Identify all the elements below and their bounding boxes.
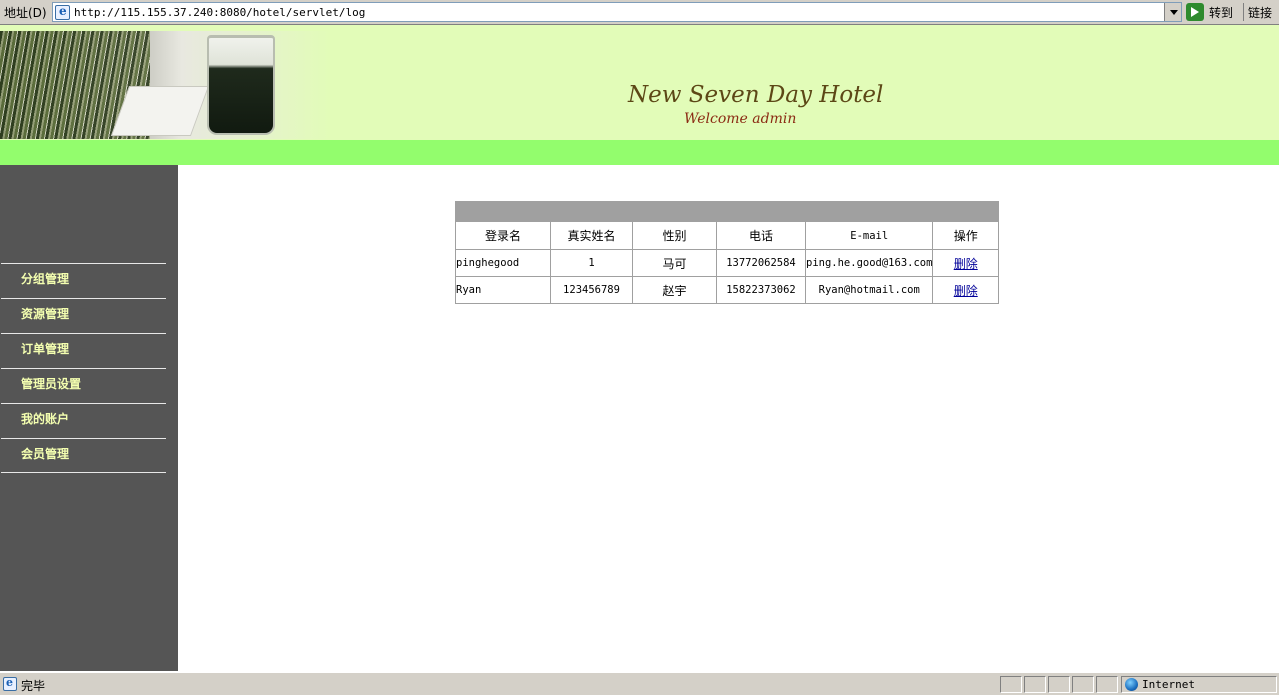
column-header-realname: 真实姓名 (550, 221, 633, 250)
security-zone: Internet (1121, 676, 1277, 693)
status-cell (1072, 676, 1094, 693)
cell-login: pinghegood (455, 249, 551, 277)
cell-realname: 1 (550, 249, 633, 277)
address-dropdown-icon[interactable] (1164, 3, 1181, 21)
address-input[interactable]: http://115.155.37.240:8080/hotel/servlet… (52, 2, 1182, 22)
status-cell (1024, 676, 1046, 693)
go-label: 转到 (1209, 5, 1234, 20)
status-cell (1096, 676, 1118, 693)
users-table: 登录名 真实姓名 性别 电话 E-mail 操作 pinghegood 1 马可… (455, 221, 999, 304)
delete-link[interactable]: 删除 (954, 257, 978, 271)
go-arrow-icon (1186, 3, 1204, 21)
column-header-phone: 电话 (716, 221, 806, 250)
sidebar-item-resource-management[interactable]: 资源管理 (1, 298, 166, 333)
cell-email: Ryan@hotmail.com (804, 276, 934, 304)
sidebar-nav: 分组管理 资源管理 订单管理 管理员设置 我的账户 会员管理 (1, 263, 166, 473)
zone-text: Internet (1142, 678, 1195, 691)
users-table-container: 登录名 真实姓名 性别 电话 E-mail 操作 pinghegood 1 马可… (455, 201, 999, 304)
address-url[interactable]: http://115.155.37.240:8080/hotel/servlet… (74, 6, 365, 19)
cell-login: Ryan (455, 276, 551, 304)
sidebar-item-admin-settings[interactable]: 管理员设置 (1, 368, 166, 403)
hotel-title: New Seven Day Hotel (628, 82, 884, 108)
page-status-icon (3, 676, 17, 691)
header-strip (0, 140, 1279, 165)
cell-realname: 123456789 (550, 276, 633, 304)
column-header-gender: 性别 (632, 221, 717, 250)
cell-phone: 15822373062 (716, 276, 806, 304)
banner-image (0, 31, 330, 139)
address-label: 地址(D) (4, 6, 47, 20)
sidebar-item-member-management[interactable]: 会员管理 (1, 438, 166, 473)
cell-email: ping.he.good@163.com (804, 249, 934, 277)
status-text: 完毕 (21, 679, 46, 693)
cell-gender: 赵宇 (632, 276, 717, 304)
cell-action: 删除 (932, 276, 999, 304)
banner: New Seven Day Hotel Welcome admin (0, 25, 1279, 140)
status-cell (1000, 676, 1022, 693)
table-title-bar (455, 201, 999, 221)
table-header-row: 登录名 真实姓名 性别 电话 E-mail 操作 (455, 221, 999, 250)
page-icon (55, 4, 70, 20)
column-header-action: 操作 (932, 221, 999, 250)
globe-icon (1125, 678, 1138, 691)
column-header-email: E-mail (804, 221, 934, 250)
cell-phone: 13772062584 (716, 249, 806, 277)
table-row: Ryan 123456789 赵宇 15822373062 Ryan@hotma… (455, 276, 999, 304)
banner-glass (207, 35, 275, 135)
banner-tray (110, 86, 210, 136)
toolbar-separator (1243, 3, 1244, 21)
sidebar: 分组管理 资源管理 订单管理 管理员设置 我的账户 会员管理 (0, 165, 178, 671)
go-button[interactable]: 转到 (1186, 2, 1241, 22)
status-cell (1048, 676, 1070, 693)
cell-gender: 马可 (632, 249, 717, 277)
table-row: pinghegood 1 马可 13772062584 ping.he.good… (455, 249, 999, 277)
sidebar-item-order-management[interactable]: 订单管理 (1, 333, 166, 368)
sidebar-item-group-management[interactable]: 分组管理 (1, 263, 166, 298)
welcome-text: Welcome admin (684, 111, 797, 127)
cell-action: 删除 (932, 249, 999, 277)
status-bar: 完毕 Internet (0, 672, 1279, 695)
delete-link[interactable]: 删除 (954, 284, 978, 298)
column-header-login: 登录名 (455, 221, 551, 250)
links-button[interactable]: 链接 (1248, 4, 1272, 21)
sidebar-item-my-account[interactable]: 我的账户 (1, 403, 166, 438)
address-bar: 地址(D) http://115.155.37.240:8080/hotel/s… (0, 0, 1279, 25)
